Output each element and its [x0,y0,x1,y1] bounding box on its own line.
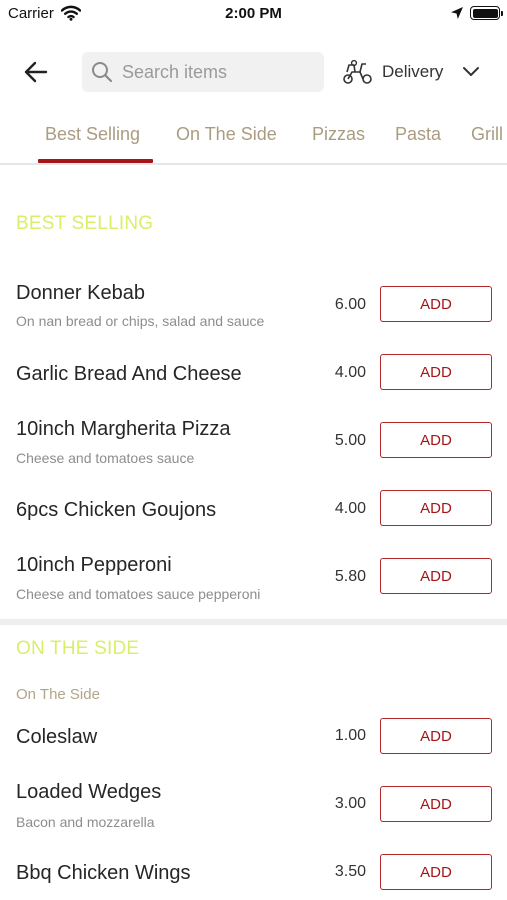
tab-pizzas[interactable]: Pizzas [312,124,365,145]
status-bar: Carrier 2:00 PM [0,0,507,30]
search-input[interactable] [122,52,317,92]
tab-pasta[interactable]: Pasta [395,124,441,145]
add-button[interactable]: ADD [380,354,492,390]
delivery-label: Delivery [382,62,444,81]
category-tabs: Best Selling On The Side Pizzas Pasta Gr… [0,110,507,165]
active-tab-indicator [38,159,153,163]
add-button[interactable]: ADD [380,786,492,822]
item-name: 10inch Pepperoni [16,554,172,576]
item-description: Cheese and tomatoes sauce pepperoni [16,586,261,602]
tab-on-the-side[interactable]: On The Side [176,124,277,145]
item-price: 3.50 [334,863,366,880]
subcategory-heading: On The Side [16,686,100,703]
add-button[interactable]: ADD [380,422,492,458]
item-price: 5.80 [334,568,366,585]
menu-item: Donner Kebab On nan bread or chips, sala… [0,270,507,340]
menu-item: 6pcs Chicken Goujons 4.00 ADD [0,486,507,536]
item-description: Cheese and tomatoes sauce [16,450,195,466]
tab-grill[interactable]: Grill [471,124,503,145]
back-button[interactable] [20,56,52,88]
menu-item: 10inch Pepperoni Cheese and tomatoes sau… [0,542,507,612]
item-price: 3.00 [334,795,366,812]
battery-icon [470,6,503,20]
item-name: Garlic Bread And Cheese [16,363,242,385]
item-name: Coleslaw [16,726,98,748]
menu-item: Garlic Bread And Cheese 4.00 ADD [0,350,507,400]
item-price: 4.00 [334,500,366,517]
menu-item: Coleslaw 1.00 ADD [0,714,507,764]
item-name: Bbq Chicken Wings [16,862,191,884]
item-price: 4.00 [334,364,366,381]
item-price: 6.00 [334,296,366,313]
item-price: 5.00 [334,432,366,449]
scooter-icon [342,59,374,90]
item-name: Loaded Wedges [16,781,162,803]
search-icon [91,61,113,88]
search-bar[interactable] [82,52,324,92]
item-description: Bacon and mozzarella [16,814,155,830]
add-button[interactable]: ADD [380,854,492,890]
menu-item: Loaded Wedges Bacon and mozzarella 3.00 … [0,770,507,840]
add-button[interactable]: ADD [380,490,492,526]
item-price: 1.00 [334,727,366,744]
section-divider [0,619,507,625]
section-heading-on-the-side: ON THE SIDE [16,638,140,659]
add-button[interactable]: ADD [380,718,492,754]
clock: 2:00 PM [225,5,282,22]
item-name: 6pcs Chicken Goujons [16,499,217,521]
menu-item: 10inch Margherita Pizza Cheese and tomat… [0,406,507,476]
add-button[interactable]: ADD [380,558,492,594]
back-arrow-icon [24,61,48,83]
item-name: Donner Kebab [16,282,145,304]
location-arrow-icon [450,6,464,25]
delivery-mode-selector[interactable]: Delivery [340,56,490,88]
tab-best-selling[interactable]: Best Selling [45,124,140,145]
section-heading-best-selling: BEST SELLING [16,213,154,234]
item-name: 10inch Margherita Pizza [16,418,231,440]
chevron-down-icon [462,64,480,83]
item-description: On nan bread or chips, salad and sauce [16,313,265,329]
menu-item: Bbq Chicken Wings 3.50 ADD [0,850,507,900]
add-button[interactable]: ADD [380,286,492,322]
